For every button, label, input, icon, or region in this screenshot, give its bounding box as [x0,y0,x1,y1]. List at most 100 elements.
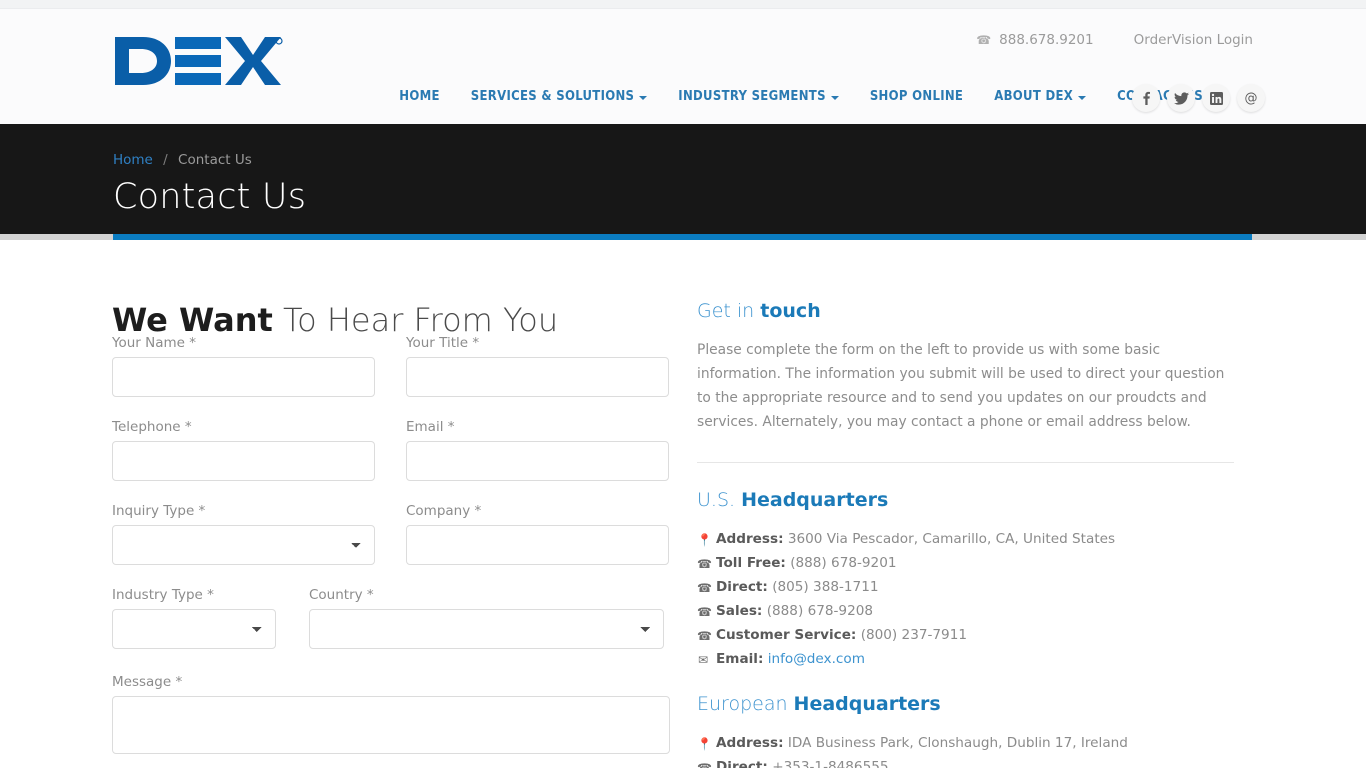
facebook-glyph [1142,91,1150,105]
section-heading: We Want To Hear From You [112,301,558,339]
field-your-title: Your Title * [406,335,669,397]
field-country: Country * [309,587,664,649]
message-textarea[interactable] [112,696,670,754]
contact-label: Address: [716,531,784,547]
breadcrumb-separator: / [163,152,168,168]
phone-icon: ☎ [976,33,992,47]
at-glyph: @ [1244,90,1258,106]
industry-type-label: Industry Type * [112,587,214,603]
field-message: Message * [112,674,670,758]
contact-label: Toll Free: [716,555,786,571]
nav-item-home[interactable]: HOME [399,89,440,104]
field-industry-type: Industry Type * [112,587,276,649]
breadcrumb-home[interactable]: Home [113,152,153,168]
contact-line-text: Direct: (805) 388-1711 [716,575,879,599]
nav-label: HOME [399,89,440,104]
chevron-down-icon [1078,95,1087,100]
twitter-icon[interactable] [1167,84,1195,112]
field-company: Company * [406,503,669,565]
inquiry-type-label: Inquiry Type * [112,503,206,519]
message-label: Message * [112,674,183,690]
contact-line-text: Email: info@dex.com [716,647,865,671]
email-label: Email * [406,419,455,435]
field-telephone: Telephone * [112,419,375,481]
contact-info-sidebar: Get in touch Please complete the form on… [697,300,1234,768]
field-your-name: Your Name * [112,335,375,397]
social-links: @ [1132,84,1265,112]
contact-line-eu-address: 📍 Address: IDA Business Park, Clonshaugh… [697,731,1234,755]
breadcrumb-current: Contact Us [178,152,252,168]
telephone-label: Telephone * [112,419,192,435]
contact-value: (805) 388-1711 [772,579,879,595]
email-input[interactable] [406,441,669,481]
contact-value: (888) 678-9201 [790,555,897,571]
contact-line-eu-direct: ☎ Direct: +353-1-8486555 [697,755,1234,768]
get-in-touch-light: Get in [697,300,761,322]
eu-hq-bold: Headquarters [793,693,941,715]
get-in-touch-heading: Get in touch [697,300,1234,322]
envelope-icon: ✉ [697,653,709,667]
contact-label: Address: [716,735,784,751]
inquiry-type-select[interactable] [112,525,375,565]
header-phone-number: 888.678.9201 [999,32,1094,48]
company-input[interactable] [406,525,669,565]
contact-line-text: Toll Free: (888) 678-9201 [716,551,897,575]
field-inquiry-type: Inquiry Type * [112,503,375,565]
nav-label: SERVICES & SOLUTIONS [470,89,635,104]
top-accent-band [0,0,1366,9]
chevron-down-icon [830,95,839,100]
contact-label: Direct: [716,759,768,768]
contact-line-direct: ☎ Direct: (805) 388-1711 [697,575,1234,599]
phone-icon: ☎ [697,581,712,595]
sidebar-divider [697,462,1234,463]
contact-value: (888) 678-9208 [766,603,874,619]
nav-label: INDUSTRY SEGMENTS [678,89,826,104]
contact-us-page: ☎ 888.678.9201 OrderVision Login HOME SE… [0,0,1366,768]
linkedin-glyph [1209,91,1223,105]
country-select[interactable] [309,609,664,649]
dex-logo[interactable] [113,35,283,87]
contact-line-customer-service: ☎ Customer Service: (800) 237-7911 [697,623,1234,647]
breadcrumb: Home / Contact Us [113,152,252,168]
contact-label: Direct: [716,579,768,595]
facebook-icon[interactable] [1132,84,1160,112]
nav-label: ABOUT DEX [994,89,1074,104]
field-email: Email * [406,419,669,481]
header-phone[interactable]: ☎ 888.678.9201 [976,32,1093,48]
phone-icon: ☎ [697,605,712,619]
header-utility-bar: ☎ 888.678.9201 OrderVision Login [976,32,1253,48]
eu-hq-light: European [697,693,794,715]
nav-item-services-solutions[interactable]: SERVICES & SOLUTIONS [471,89,648,104]
contact-line-text: Customer Service: (800) 237-7911 [716,623,967,647]
nav-item-shop-online[interactable]: SHOP ONLINE [870,89,963,104]
your-title-input[interactable] [406,357,669,397]
us-headquarters-heading: U.S. Headquarters [697,489,1234,511]
us-hq-bold: Headquarters [741,489,889,511]
email-link[interactable]: info@dex.com [768,651,865,667]
nav-item-industry-segments[interactable]: INDUSTRY SEGMENTS [678,89,839,104]
chevron-down-icon [639,95,648,100]
contact-line-text: Direct: +353-1-8486555 [716,755,889,768]
contact-label: Sales: [716,603,763,619]
form-row-inquiry-company: Inquiry Type * Company * [112,503,670,565]
map-marker-icon: 📍 [697,533,712,547]
nav-item-about-dex[interactable]: ABOUT DEX [994,89,1087,104]
telephone-input[interactable] [112,441,375,481]
contact-value: 3600 Via Pescador, Camarillo, CA, United… [787,531,1116,547]
banner-underline-blue [113,234,1252,240]
section-heading-bold: We Want [112,301,273,340]
european-headquarters-heading: European Headquarters [697,693,1234,715]
contact-line-text: Sales: (888) 678-9208 [716,599,873,623]
phone-icon: ☎ [697,557,712,571]
get-in-touch-bold: touch [760,300,821,322]
linkedin-icon[interactable] [1202,84,1230,112]
email-icon[interactable]: @ [1237,84,1265,112]
contact-line-sales: ☎ Sales: (888) 678-9208 [697,599,1234,623]
industry-type-select[interactable] [112,609,276,649]
your-name-input[interactable] [112,357,375,397]
main-navigation: HOME SERVICES & SOLUTIONS INDUSTRY SEGME… [399,89,1203,104]
your-title-label: Your Title * [406,335,480,351]
ordervision-login-link[interactable]: OrderVision Login [1134,32,1253,48]
form-row-industry-country: Industry Type * Country * [112,587,670,649]
form-row-telephone-email: Telephone * Email * [112,419,670,481]
